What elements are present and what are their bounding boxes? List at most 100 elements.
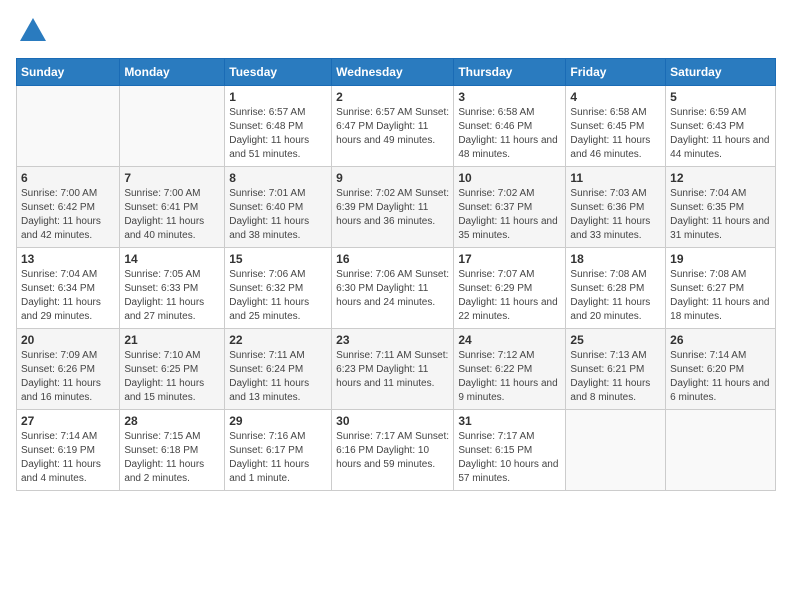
day-info: Sunrise: 7:17 AM Sunset: 6:16 PM Dayligh…	[336, 430, 449, 472]
col-thursday: Thursday	[454, 59, 566, 86]
day-cell: 29 Sunrise: 7:16 AM Sunset: 6:17 PM Dayli…	[225, 410, 332, 491]
col-wednesday: Wednesday	[332, 59, 454, 86]
week-row-5: 27 Sunrise: 7:14 AM Sunset: 6:19 PM Dayli…	[17, 410, 776, 491]
day-cell: 13Sunrise: 7:04 AM Sunset: 6:34 PM Dayli…	[17, 248, 120, 329]
day-number: 9	[336, 171, 449, 185]
day-number: 22	[229, 333, 327, 347]
day-number: 25	[570, 333, 661, 347]
day-number: 11	[570, 171, 661, 185]
col-friday: Friday	[566, 59, 666, 86]
day-info: Sunrise: 7:15 AM Sunset: 6:18 PM Dayligh…	[124, 430, 220, 486]
day-cell: 19 Sunrise: 7:08 AM Sunset: 6:27 PM Dayli…	[666, 248, 776, 329]
day-info: Sunrise: 7:07 AM Sunset: 6:29 PM Dayligh…	[458, 268, 561, 324]
day-cell: 16 Sunrise: 7:06 AM Sunset: 6:30 PM Dayli…	[332, 248, 454, 329]
day-info: Sunrise: 7:04 AM Sunset: 6:34 PM Dayligh…	[21, 268, 115, 324]
day-number: 23	[336, 333, 449, 347]
day-number: 30	[336, 414, 449, 428]
day-number: 14	[124, 252, 220, 266]
day-info: Sunrise: 7:17 AM Sunset: 6:15 PM Dayligh…	[458, 430, 561, 486]
day-number: 15	[229, 252, 327, 266]
day-number: 17	[458, 252, 561, 266]
calendar-body: 1 Sunrise: 6:57 AM Sunset: 6:48 PM Daylig…	[17, 86, 776, 491]
logo-icon	[18, 16, 48, 46]
day-info: Sunrise: 6:58 AM Sunset: 6:45 PM Dayligh…	[570, 106, 661, 162]
day-info: Sunrise: 7:00 AM Sunset: 6:41 PM Dayligh…	[124, 187, 220, 243]
col-saturday: Saturday	[666, 59, 776, 86]
day-number: 12	[670, 171, 771, 185]
calendar-header: Sunday Monday Tuesday Wednesday Thursday…	[17, 59, 776, 86]
day-number: 4	[570, 90, 661, 104]
day-number: 5	[670, 90, 771, 104]
day-cell: 2 Sunrise: 6:57 AM Sunset: 6:47 PM Daylig…	[332, 86, 454, 167]
day-cell: 18 Sunrise: 7:08 AM Sunset: 6:28 PM Dayli…	[566, 248, 666, 329]
day-cell: 12 Sunrise: 7:04 AM Sunset: 6:35 PM Dayli…	[666, 167, 776, 248]
day-cell: 26 Sunrise: 7:14 AM Sunset: 6:20 PM Dayli…	[666, 329, 776, 410]
day-info: Sunrise: 7:12 AM Sunset: 6:22 PM Dayligh…	[458, 349, 561, 405]
day-cell	[120, 86, 225, 167]
day-cell	[566, 410, 666, 491]
day-cell: 3 Sunrise: 6:58 AM Sunset: 6:46 PM Daylig…	[454, 86, 566, 167]
day-cell: 5 Sunrise: 6:59 AM Sunset: 6:43 PM Daylig…	[666, 86, 776, 167]
day-cell: 15 Sunrise: 7:06 AM Sunset: 6:32 PM Dayli…	[225, 248, 332, 329]
day-info: Sunrise: 7:01 AM Sunset: 6:40 PM Dayligh…	[229, 187, 327, 243]
day-info: Sunrise: 7:08 AM Sunset: 6:27 PM Dayligh…	[670, 268, 771, 324]
day-info: Sunrise: 7:06 AM Sunset: 6:30 PM Dayligh…	[336, 268, 449, 310]
day-cell: 8 Sunrise: 7:01 AM Sunset: 6:40 PM Daylig…	[225, 167, 332, 248]
day-number: 3	[458, 90, 561, 104]
header-row: Sunday Monday Tuesday Wednesday Thursday…	[17, 59, 776, 86]
day-cell: 31 Sunrise: 7:17 AM Sunset: 6:15 PM Dayli…	[454, 410, 566, 491]
day-number: 27	[21, 414, 115, 428]
day-info: Sunrise: 6:58 AM Sunset: 6:46 PM Dayligh…	[458, 106, 561, 162]
day-info: Sunrise: 7:02 AM Sunset: 6:39 PM Dayligh…	[336, 187, 449, 229]
day-number: 29	[229, 414, 327, 428]
day-cell: 23Sunrise: 7:11 AM Sunset: 6:23 PM Dayli…	[332, 329, 454, 410]
day-info: Sunrise: 7:14 AM Sunset: 6:20 PM Dayligh…	[670, 349, 771, 405]
day-number: 20	[21, 333, 115, 347]
day-number: 21	[124, 333, 220, 347]
day-info: Sunrise: 7:06 AM Sunset: 6:32 PM Dayligh…	[229, 268, 327, 324]
day-info: Sunrise: 7:04 AM Sunset: 6:35 PM Dayligh…	[670, 187, 771, 243]
day-info: Sunrise: 6:59 AM Sunset: 6:43 PM Dayligh…	[670, 106, 771, 162]
day-info: Sunrise: 7:13 AM Sunset: 6:21 PM Dayligh…	[570, 349, 661, 405]
day-info: Sunrise: 6:57 AM Sunset: 6:47 PM Dayligh…	[336, 106, 449, 148]
day-number: 18	[570, 252, 661, 266]
week-row-4: 20 Sunrise: 7:09 AM Sunset: 6:26 PM Dayli…	[17, 329, 776, 410]
day-number: 2	[336, 90, 449, 104]
day-info: Sunrise: 6:57 AM Sunset: 6:48 PM Dayligh…	[229, 106, 327, 162]
day-info: Sunrise: 7:16 AM Sunset: 6:17 PM Dayligh…	[229, 430, 327, 486]
day-number: 16	[336, 252, 449, 266]
day-cell: 22Sunrise: 7:11 AM Sunset: 6:24 PM Dayli…	[225, 329, 332, 410]
logo	[16, 16, 48, 46]
day-cell: 1 Sunrise: 6:57 AM Sunset: 6:48 PM Daylig…	[225, 86, 332, 167]
day-number: 26	[670, 333, 771, 347]
day-number: 1	[229, 90, 327, 104]
day-info: Sunrise: 7:08 AM Sunset: 6:28 PM Dayligh…	[570, 268, 661, 324]
day-cell: 30 Sunrise: 7:17 AM Sunset: 6:16 PM Dayli…	[332, 410, 454, 491]
day-number: 31	[458, 414, 561, 428]
day-cell	[666, 410, 776, 491]
day-cell: 10 Sunrise: 7:02 AM Sunset: 6:37 PM Dayli…	[454, 167, 566, 248]
day-cell: 28Sunrise: 7:15 AM Sunset: 6:18 PM Dayli…	[120, 410, 225, 491]
day-cell: 7Sunrise: 7:00 AM Sunset: 6:41 PM Daylig…	[120, 167, 225, 248]
day-number: 8	[229, 171, 327, 185]
day-number: 19	[670, 252, 771, 266]
day-info: Sunrise: 7:10 AM Sunset: 6:25 PM Dayligh…	[124, 349, 220, 405]
day-cell: 21 Sunrise: 7:10 AM Sunset: 6:25 PM Dayli…	[120, 329, 225, 410]
day-cell: 27 Sunrise: 7:14 AM Sunset: 6:19 PM Dayli…	[17, 410, 120, 491]
day-info: Sunrise: 7:14 AM Sunset: 6:19 PM Dayligh…	[21, 430, 115, 486]
col-tuesday: Tuesday	[225, 59, 332, 86]
day-info: Sunrise: 7:03 AM Sunset: 6:36 PM Dayligh…	[570, 187, 661, 243]
day-info: Sunrise: 7:05 AM Sunset: 6:33 PM Dayligh…	[124, 268, 220, 324]
day-cell	[17, 86, 120, 167]
day-number: 10	[458, 171, 561, 185]
day-info: Sunrise: 7:02 AM Sunset: 6:37 PM Dayligh…	[458, 187, 561, 243]
day-info: Sunrise: 7:09 AM Sunset: 6:26 PM Dayligh…	[21, 349, 115, 405]
day-number: 24	[458, 333, 561, 347]
col-monday: Monday	[120, 59, 225, 86]
day-cell: 25 Sunrise: 7:13 AM Sunset: 6:21 PM Dayli…	[566, 329, 666, 410]
day-info: Sunrise: 7:00 AM Sunset: 6:42 PM Dayligh…	[21, 187, 115, 243]
day-cell: 4 Sunrise: 6:58 AM Sunset: 6:45 PM Daylig…	[566, 86, 666, 167]
calendar-table: Sunday Monday Tuesday Wednesday Thursday…	[16, 58, 776, 491]
day-cell: 11 Sunrise: 7:03 AM Sunset: 6:36 PM Dayli…	[566, 167, 666, 248]
week-row-3: 13Sunrise: 7:04 AM Sunset: 6:34 PM Dayli…	[17, 248, 776, 329]
